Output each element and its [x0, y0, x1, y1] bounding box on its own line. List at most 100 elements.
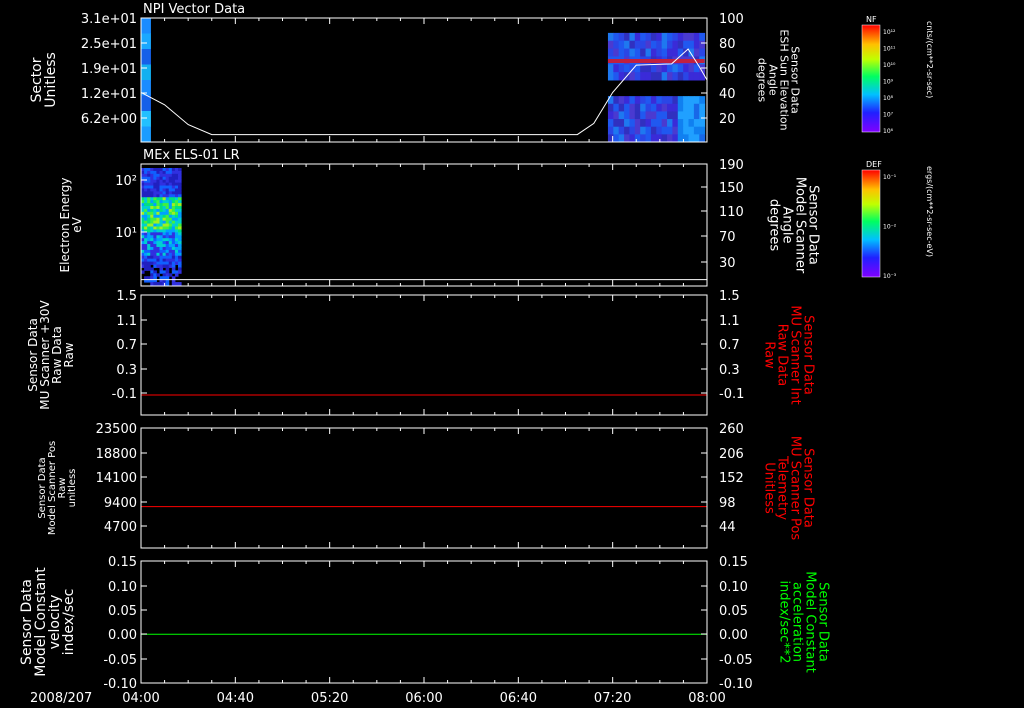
heatmap-cell: [168, 173, 173, 178]
heatmap-cell: [677, 126, 684, 135]
heatmap-cell: [168, 211, 173, 216]
heatmap-cell: [156, 244, 161, 248]
heatmap-cell: [150, 226, 154, 230]
heatmap-cell: [667, 48, 673, 57]
heatmap-cell: [171, 179, 176, 184]
heatmap-cell: [178, 211, 182, 216]
heatmap-cell: [171, 191, 176, 195]
heatmap-cell: [165, 273, 170, 277]
heatmap-cell: [634, 126, 641, 135]
panel1-left-tick-label: 3.1e+01: [81, 12, 137, 27]
heatmap-cell: [144, 249, 148, 254]
heatmap-cell: [165, 220, 170, 225]
panel1-right-tick-label: 20: [719, 112, 736, 127]
heatmap-cell: [661, 126, 668, 135]
heatmap-cell: [661, 72, 668, 81]
heatmap-cell: [168, 214, 173, 219]
heatmap-cell: [159, 208, 164, 213]
heatmap-cell: [174, 255, 179, 260]
heatmap-cell: [147, 217, 151, 222]
heatmap-cell: [141, 238, 145, 242]
heatmap-cell: [150, 168, 154, 172]
panel5-left-tick-label: 0.00: [108, 628, 137, 643]
heatmap-cell: [178, 203, 182, 207]
heatmap-cell: [144, 252, 148, 257]
heatmap-cell: [162, 194, 167, 198]
heatmap-cell: [162, 273, 167, 277]
heatmap-cell: [656, 119, 663, 128]
heatmap-cell: [165, 208, 170, 213]
heatmap-cell: [141, 194, 145, 198]
heatmap-cell: [159, 235, 164, 239]
heatmap-cell: [159, 206, 164, 210]
x-tick-label: 04:40: [217, 691, 254, 706]
heatmap-cell: [645, 119, 652, 128]
panel3-right-tick-label: -0.1: [719, 387, 744, 402]
heatmap-cell: [144, 203, 148, 207]
heatmap-cell: [656, 72, 663, 81]
heatmap-cell: [650, 134, 657, 143]
heatmap-cell: [147, 185, 151, 189]
heatmap-cell: [153, 214, 157, 219]
heatmap-cell: [171, 229, 176, 233]
panel2-right-tick-label: 110: [719, 205, 744, 220]
heatmap-cell: [174, 168, 179, 172]
heatmap-cell: [607, 32, 614, 42]
heatmap-cell: [171, 214, 176, 219]
heatmap-cell: [174, 188, 179, 192]
heatmap-cell: [165, 226, 170, 230]
heatmap-cell: [165, 223, 170, 227]
colorbar-tick-label: 10¹²: [883, 29, 896, 36]
heatmap-cell: [144, 200, 148, 204]
heatmap-cell: [634, 96, 641, 105]
heatmap-cell: [171, 188, 176, 192]
x-tick-label: 06:40: [500, 691, 537, 706]
panel1-left-axis-label: SectorUnitless: [29, 52, 59, 108]
heatmap-cell: [174, 211, 179, 216]
heatmap-cell: [168, 191, 173, 195]
heatmap-cell: [174, 246, 179, 251]
heatmap-cell: [171, 252, 176, 257]
heatmap-cell: [141, 258, 145, 263]
heatmap-cell: [171, 185, 176, 189]
heatmap-cell: [141, 270, 145, 274]
heatmap-cell: [618, 111, 625, 120]
heatmap-cell: [147, 241, 151, 245]
panel5-left-tick-label: 0.10: [108, 580, 137, 595]
heatmap-cell: [144, 217, 148, 222]
heatmap-cell: [607, 40, 614, 50]
heatmap-cell: [178, 176, 182, 181]
heatmap-cell: [150, 206, 154, 210]
heatmap-cell: [147, 197, 151, 201]
heatmap-cell: [607, 72, 614, 81]
heatmap-cell: [629, 119, 636, 128]
heatmap-cell: [165, 255, 170, 260]
heatmap-cell: [147, 226, 151, 230]
heatmap-cell: [171, 176, 176, 181]
heatmap-cell: [150, 220, 154, 225]
heatmap-cell: [165, 206, 170, 210]
heatmap-cell: [650, 40, 657, 50]
heatmap-cell: [178, 194, 182, 198]
heatmap-cell: [672, 96, 679, 105]
heatmap-cell: [677, 72, 684, 81]
heatmap-cell: [156, 261, 161, 266]
panel3-left-tick-label: 1.5: [116, 289, 137, 304]
heatmap-cell: [159, 214, 164, 219]
colorbar-units: cnts/(cm**2-sr-sec): [925, 21, 934, 98]
heatmap-cell: [159, 241, 164, 245]
heatmap-cell: [171, 255, 176, 260]
heatmap-cell: [153, 185, 157, 189]
heatmap-cell: [645, 126, 652, 135]
heatmap-cell: [178, 200, 182, 204]
heatmap-cell: [672, 48, 679, 57]
heatmap-cell: [144, 246, 148, 251]
heatmap-cell: [171, 241, 176, 245]
heatmap-cell: [613, 96, 620, 105]
heatmap-cell: [174, 214, 179, 219]
heatmap-cell: [144, 197, 148, 201]
heatmap-cell: [165, 173, 170, 178]
heatmap-cell: [141, 261, 145, 266]
heatmap-cell: [153, 176, 157, 181]
heatmap-cell: [667, 72, 673, 81]
